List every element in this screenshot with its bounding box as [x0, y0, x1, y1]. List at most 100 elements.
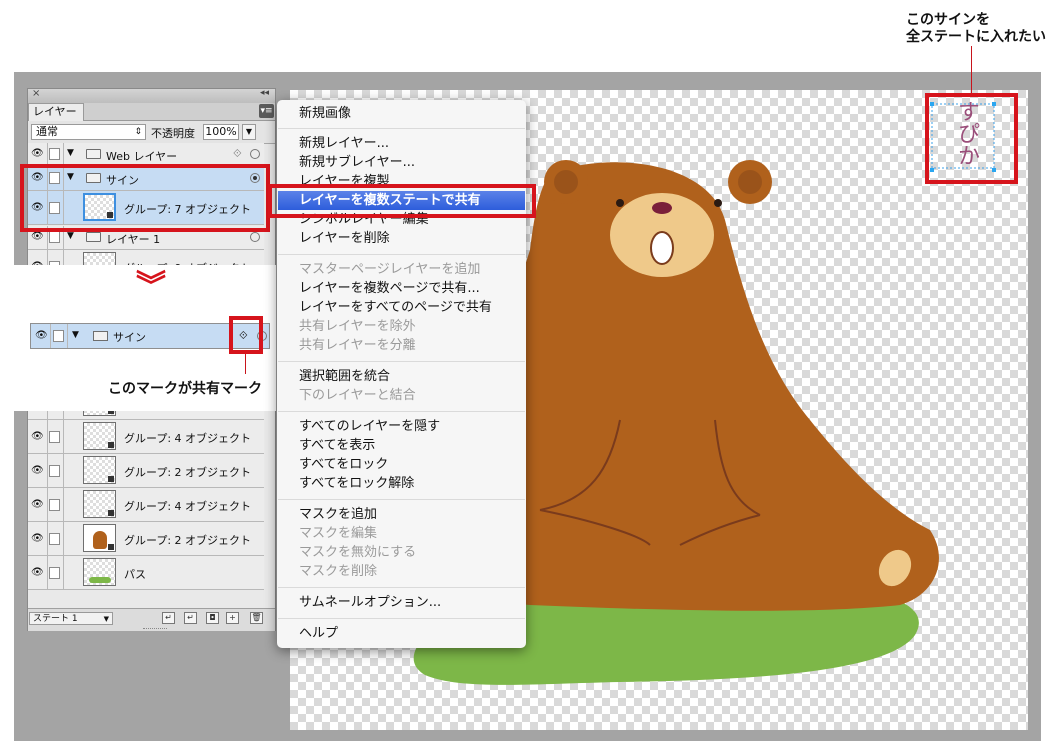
- tab-layers[interactable]: レイヤー: [28, 103, 84, 121]
- menu-disable-mask[interactable]: マスクを無効にする: [299, 544, 416, 562]
- add-mask-icon[interactable]: ◘: [206, 612, 219, 624]
- signature-highlight-box: [925, 93, 1018, 184]
- resize-grip[interactable]: [143, 628, 167, 632]
- opacity-dropdown-icon[interactable]: ▼: [242, 124, 256, 140]
- menu-hide-all-layers[interactable]: すべてのレイヤーを隠す: [299, 418, 440, 436]
- callout-sign: このサインを 全ステートに入れたい: [906, 11, 1046, 45]
- menu-merge-selection[interactable]: 選択範囲を統合: [299, 368, 390, 386]
- updown-icon: ⇕: [134, 127, 142, 137]
- menu-new-image[interactable]: 新規画像: [299, 105, 351, 123]
- target-icon[interactable]: [250, 232, 260, 242]
- eye-icon[interactable]: 👁: [31, 431, 44, 442]
- menu-share-layer-all-pages[interactable]: レイヤーをすべてのページで共有: [299, 299, 492, 317]
- share-mark-highlight-box: [229, 316, 263, 354]
- menu-help[interactable]: ヘルプ: [299, 625, 338, 643]
- blend-mode-value: 通常: [36, 125, 58, 138]
- layer-name: Web レイヤー: [106, 150, 178, 163]
- menu-share-layer-pages[interactable]: レイヤーを複数ページで共有...: [299, 280, 480, 298]
- bear-mouth: [650, 231, 674, 265]
- new-sublayer-icon[interactable]: ↵: [162, 612, 175, 624]
- menu-new-sublayer[interactable]: 新規サブレイヤー...: [299, 154, 415, 172]
- target-icon[interactable]: [250, 149, 260, 159]
- lock-checkbox[interactable]: [49, 533, 60, 545]
- lock-checkbox[interactable]: [49, 431, 60, 443]
- state-select[interactable]: ステート 1 ▼: [29, 612, 113, 625]
- lock-checkbox[interactable]: [49, 567, 60, 579]
- menu-lock-all[interactable]: すべてをロック: [299, 456, 388, 474]
- eye-icon[interactable]: 👁: [31, 533, 44, 544]
- menu-add-master-layer[interactable]: マスターページレイヤーを追加: [299, 261, 480, 279]
- layer-thumbnail: [83, 490, 116, 518]
- expand-triangle-icon: ▼: [72, 330, 79, 340]
- menu-item-highlight-box: [268, 184, 536, 218]
- callout-leader-top: [971, 46, 972, 93]
- trash-icon[interactable]: 🗑: [250, 612, 263, 624]
- bear-nose: [652, 202, 672, 214]
- bear-left-ear-inner: [554, 170, 578, 194]
- bear-right-ear-inner: [738, 170, 762, 194]
- menu-delete-mask[interactable]: マスクを削除: [299, 563, 377, 581]
- menu-merge-down[interactable]: 下のレイヤーと結合: [299, 387, 416, 405]
- bear-left-eye: [616, 199, 624, 207]
- down-chevron-icon: ︾: [136, 269, 166, 304]
- new-object-icon[interactable]: +: [226, 612, 239, 624]
- panel-titlebar: × ◂◂: [28, 88, 275, 103]
- panel-collapse-icon[interactable]: ◂◂: [260, 88, 269, 98]
- menu-show-all[interactable]: すべてを表示: [299, 437, 375, 455]
- inset-layer-name: サイン: [113, 331, 146, 344]
- eye-icon[interactable]: 👁: [31, 465, 44, 476]
- new-layer-icon[interactable]: ↵: [184, 612, 197, 624]
- eye-icon[interactable]: 👁: [31, 567, 44, 578]
- eye-icon[interactable]: 👁: [31, 148, 44, 160]
- lock-checkbox[interactable]: [49, 499, 60, 511]
- folder-icon: [93, 331, 108, 341]
- menu-edit-mask[interactable]: マスクを編集: [299, 525, 377, 543]
- blend-mode-select[interactable]: 通常 ⇕: [31, 124, 146, 140]
- expand-triangle-icon[interactable]: ▼: [67, 148, 74, 158]
- layer-name: レイヤー 1: [106, 233, 161, 246]
- layer-thumbnail: [83, 422, 116, 450]
- panel-menu-icon[interactable]: ▾≡: [259, 104, 274, 118]
- menu-detach-shared[interactable]: 共有レイヤーを分離: [299, 337, 416, 355]
- layer-name: グループ: 2 オブジェクト: [124, 534, 252, 547]
- menu-delete-layer[interactable]: レイヤーを削除: [299, 230, 390, 248]
- sign-rows-highlight-box: [20, 164, 270, 232]
- expand-triangle-icon[interactable]: ▼: [67, 231, 74, 241]
- callout-leader-share: [245, 354, 246, 374]
- lock-checkbox[interactable]: [49, 465, 60, 477]
- layer-name: パス: [124, 568, 146, 581]
- state-select-value: ステート 1: [33, 614, 78, 624]
- opacity-input[interactable]: 100%: [203, 124, 239, 140]
- bear-right-eye: [714, 199, 722, 207]
- layer-row-group2b[interactable]: 👁 グループ: 2 オブジェクト: [28, 522, 264, 556]
- opacity-label: 不透明度: [151, 127, 195, 140]
- menu-exclude-shared[interactable]: 共有レイヤーを除外: [299, 318, 416, 336]
- eye-icon: 👁: [35, 330, 48, 341]
- layer-name: グループ: 4 オブジェクト: [124, 432, 252, 445]
- layer-row-group4b[interactable]: 👁 グループ: 4 オブジェクト: [28, 488, 264, 522]
- layer-thumbnail: [83, 456, 116, 484]
- layer-thumbnail: [83, 558, 116, 586]
- eye-icon[interactable]: 👁: [31, 499, 44, 510]
- callout-sign-line2: 全ステートに入れたい: [906, 28, 1046, 44]
- callout-share-mark: このマークが共有マーク: [108, 380, 262, 396]
- callout-sign-line1: このサインを: [906, 11, 990, 27]
- layer-row-path[interactable]: 👁 パス: [28, 556, 264, 590]
- folder-icon: [86, 232, 101, 242]
- layer-thumbnail: [83, 524, 116, 552]
- panel-close-icon[interactable]: ×: [32, 88, 40, 99]
- lock-checkbox[interactable]: [49, 148, 60, 160]
- folder-icon: [86, 149, 101, 159]
- layer-row-group2a[interactable]: 👁 グループ: 2 オブジェクト: [28, 454, 264, 488]
- menu-add-mask[interactable]: マスクを追加: [299, 506, 377, 524]
- menu-unlock-all[interactable]: すべてをロック解除: [299, 475, 414, 493]
- layer-row-group4a[interactable]: 👁 グループ: 4 オブジェクト: [28, 420, 264, 454]
- layer-name: グループ: 2 オブジェクト: [124, 466, 252, 479]
- layer-name: グループ: 4 オブジェクト: [124, 500, 252, 513]
- eye-icon[interactable]: 👁: [31, 231, 44, 243]
- lock-checkbox: [53, 330, 64, 342]
- lock-checkbox[interactable]: [49, 231, 60, 243]
- menu-thumbnail-options[interactable]: サムネールオプション...: [299, 594, 441, 612]
- menu-new-layer[interactable]: 新規レイヤー...: [299, 135, 389, 153]
- share-icon: ⟐: [233, 147, 242, 160]
